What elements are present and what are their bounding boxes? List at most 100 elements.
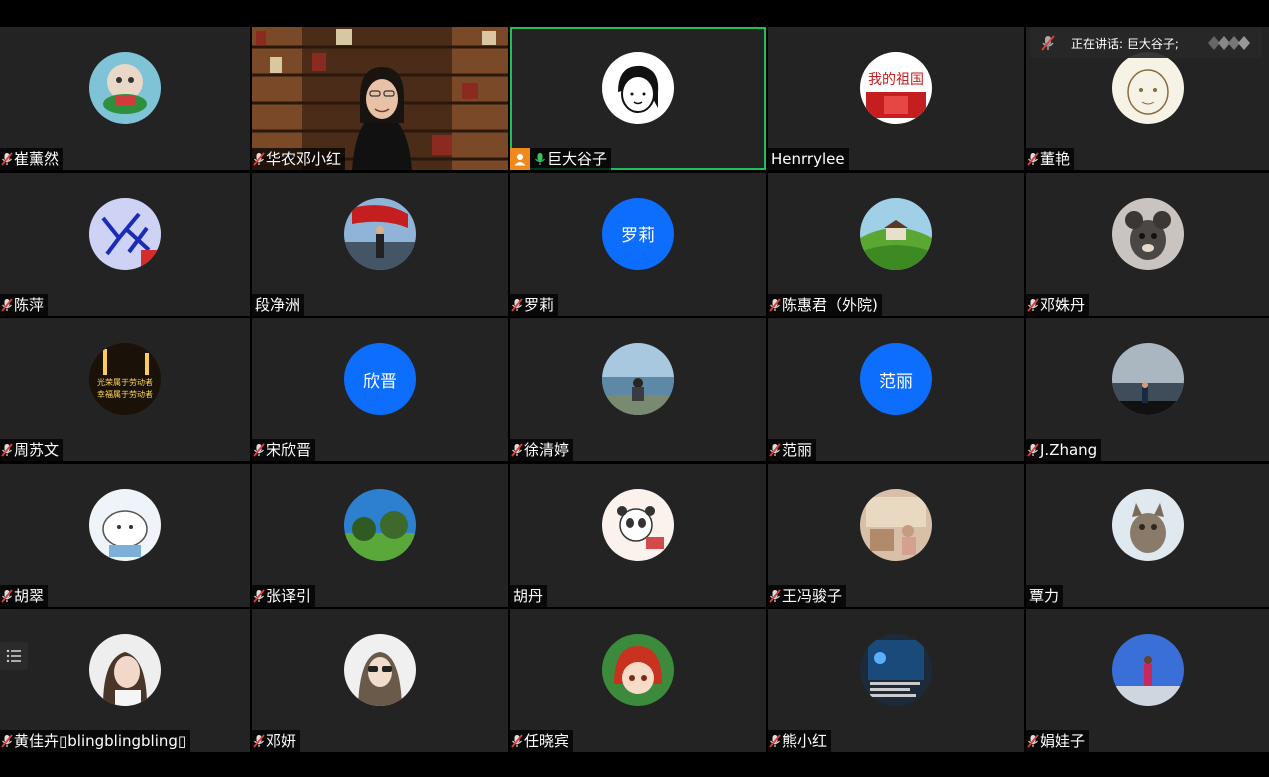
participant-nameplate: 罗莉 bbox=[510, 293, 559, 316]
sunglasses-girl-avatar bbox=[344, 634, 416, 706]
participant-tile[interactable]: 陈萍 bbox=[0, 172, 250, 316]
participant-tile[interactable]: 王冯骏子 bbox=[768, 463, 1024, 607]
app-logo-icon bbox=[1208, 36, 1250, 50]
participant-tile[interactable]: 巨大谷子 bbox=[510, 27, 766, 170]
cafe-room-avatar bbox=[860, 488, 932, 561]
participant-nameplate: 范丽 bbox=[768, 439, 817, 461]
participant-nameplate: Henrrylee bbox=[768, 148, 849, 170]
muted-mic-icon bbox=[1, 297, 13, 312]
list-icon bbox=[6, 649, 21, 663]
participant-name: J.Zhang bbox=[1040, 441, 1098, 459]
muted-mic-icon bbox=[1, 443, 13, 457]
participant-name: 宋欣晋 bbox=[266, 441, 312, 459]
sketch-face-avatar bbox=[1111, 52, 1184, 124]
participant-name: 张译引 bbox=[266, 586, 312, 605]
participant-tile[interactable]: 华农邓小红 bbox=[252, 27, 508, 170]
green-hills-avatar bbox=[860, 197, 932, 270]
lake-girl-avatar bbox=[602, 343, 674, 415]
participant-nameplate: 段净洲 bbox=[252, 293, 305, 316]
participant-name: 华农邓小红 bbox=[266, 150, 342, 168]
participant-tile[interactable]: 任晓宾 bbox=[510, 609, 766, 752]
participant-nameplate: 邓姝丹 bbox=[1026, 293, 1090, 316]
participant-tile[interactable]: 张译引 bbox=[252, 463, 508, 607]
participant-name: 邓姝丹 bbox=[1040, 295, 1086, 314]
participant-tile[interactable]: 段净洲 bbox=[252, 172, 508, 316]
participant-tile[interactable]: 欣晋宋欣晋 bbox=[252, 318, 508, 461]
blue-doodle-avatar bbox=[89, 197, 161, 270]
muted-mic-icon bbox=[1041, 35, 1055, 51]
participant-name: Henrrylee bbox=[771, 150, 845, 168]
participant-nameplate: 宋欣晋 bbox=[252, 439, 316, 461]
park-trees-avatar bbox=[344, 488, 416, 561]
muted-mic-icon bbox=[1027, 443, 1039, 457]
participant-name: 胡翠 bbox=[14, 586, 45, 605]
participant-name: 陈惠君（外院) bbox=[782, 295, 878, 314]
participant-name: 任晓宾 bbox=[524, 732, 570, 750]
night-slogan-avatar: 光荣属于劳动者 幸福属于劳动者 bbox=[89, 343, 161, 415]
participant-tile[interactable]: 范丽 范丽 bbox=[768, 318, 1024, 461]
cat-photo-avatar bbox=[1111, 488, 1184, 561]
participant-tile[interactable]: 罗莉 罗莉 bbox=[510, 172, 766, 316]
initials-avatar: 罗莉 bbox=[602, 197, 674, 270]
girl-line-drawing-avatar bbox=[602, 52, 674, 124]
muted-mic-icon bbox=[511, 734, 523, 748]
muted-mic-icon bbox=[1027, 734, 1039, 748]
participant-tile[interactable]: J.Zhang bbox=[1026, 318, 1269, 461]
participant-tile[interactable]: 黄佳卉▯blingblingbling▯ bbox=[0, 609, 250, 752]
participant-nameplate: 邓妍 bbox=[252, 730, 301, 752]
participant-tile[interactable]: 覃力 bbox=[1026, 463, 1269, 607]
participant-name: 段净洲 bbox=[255, 295, 301, 314]
speaking-indicator: 正在讲话: 巨大谷子; bbox=[1030, 28, 1262, 58]
muted-mic-icon bbox=[1, 734, 13, 748]
svg-text:幸福属于劳动者: 幸福属于劳动者 bbox=[97, 389, 153, 399]
participant-nameplate: 胡翠 bbox=[0, 584, 49, 607]
muted-mic-icon bbox=[769, 588, 781, 603]
participant-tile[interactable]: 邓妍 bbox=[252, 609, 508, 752]
anime-redhair-avatar bbox=[602, 634, 674, 706]
participant-nameplate: 熊小红 bbox=[768, 730, 832, 752]
participant-tile[interactable]: 熊小红 bbox=[768, 609, 1024, 752]
participant-nameplate: 崔薰然 bbox=[0, 148, 64, 170]
participant-name: 陈萍 bbox=[14, 295, 45, 314]
phone-screen-avatar bbox=[860, 634, 932, 706]
muted-mic-icon bbox=[253, 443, 265, 457]
participant-nameplate: 覃力 bbox=[1026, 584, 1064, 607]
participant-tile[interactable]: 娟娃子 bbox=[1026, 609, 1269, 752]
participant-list-toggle[interactable] bbox=[0, 642, 28, 670]
participant-tile[interactable]: 邓姝丹 bbox=[1026, 172, 1269, 316]
participant-tile[interactable]: 陈惠君（外院) bbox=[768, 172, 1024, 316]
participant-tile[interactable]: 徐清婷 bbox=[510, 318, 766, 461]
muted-mic-icon bbox=[511, 443, 523, 457]
muted-mic-icon bbox=[253, 152, 265, 166]
participant-nameplate: 华农邓小红 bbox=[252, 148, 346, 170]
participant-nameplate: 王冯骏子 bbox=[768, 584, 847, 607]
svg-text:光荣属于劳动者: 光荣属于劳动者 bbox=[97, 377, 153, 387]
muted-mic-icon bbox=[253, 588, 265, 603]
participant-name: 巨大谷子 bbox=[547, 150, 608, 168]
participant-tile[interactable]: 我的祖国 Henrrylee bbox=[768, 27, 1024, 170]
flag-person-avatar bbox=[344, 197, 416, 270]
participant-tile[interactable]: 胡丹 bbox=[510, 463, 766, 607]
participant-nameplate: 娟娃子 bbox=[1026, 730, 1090, 752]
cartoon-cat-avatar bbox=[89, 488, 161, 561]
participant-name: 董艳 bbox=[1040, 150, 1071, 168]
participant-name: 黄佳卉▯blingblingbling▯ bbox=[14, 732, 187, 750]
participant-tile[interactable]: 胡翠 bbox=[0, 463, 250, 607]
muted-mic-icon bbox=[1, 588, 13, 603]
participant-nameplate: 董艳 bbox=[1026, 148, 1075, 170]
participant-nameplate: 周苏文 bbox=[0, 439, 64, 461]
muted-mic-icon bbox=[769, 297, 781, 312]
participant-tile[interactable]: 崔薰然 bbox=[0, 27, 250, 170]
participant-name: 娟娃子 bbox=[1040, 732, 1086, 750]
participant-tile[interactable]: 光荣属于劳动者 幸福属于劳动者周苏文 bbox=[0, 318, 250, 461]
initials-avatar: 欣晋 bbox=[344, 343, 416, 415]
mic-icon bbox=[534, 152, 546, 166]
muted-mic-icon bbox=[1027, 297, 1039, 312]
participant-name: 王冯骏子 bbox=[782, 586, 843, 605]
participant-name: 范丽 bbox=[782, 441, 813, 459]
sea-person-avatar bbox=[1111, 343, 1184, 415]
mushroom-cartoon-avatar bbox=[89, 52, 161, 124]
participant-nameplate: 黄佳卉▯blingblingbling▯ bbox=[0, 730, 191, 752]
muted-mic-icon bbox=[1027, 152, 1039, 166]
participant-grid: 崔薰然 华农邓小红 巨大谷子 我的祖国 Henrrylee 董艳 陈萍 段净洲 罗莉 罗莉 陈惠君（… bbox=[0, 27, 1269, 752]
